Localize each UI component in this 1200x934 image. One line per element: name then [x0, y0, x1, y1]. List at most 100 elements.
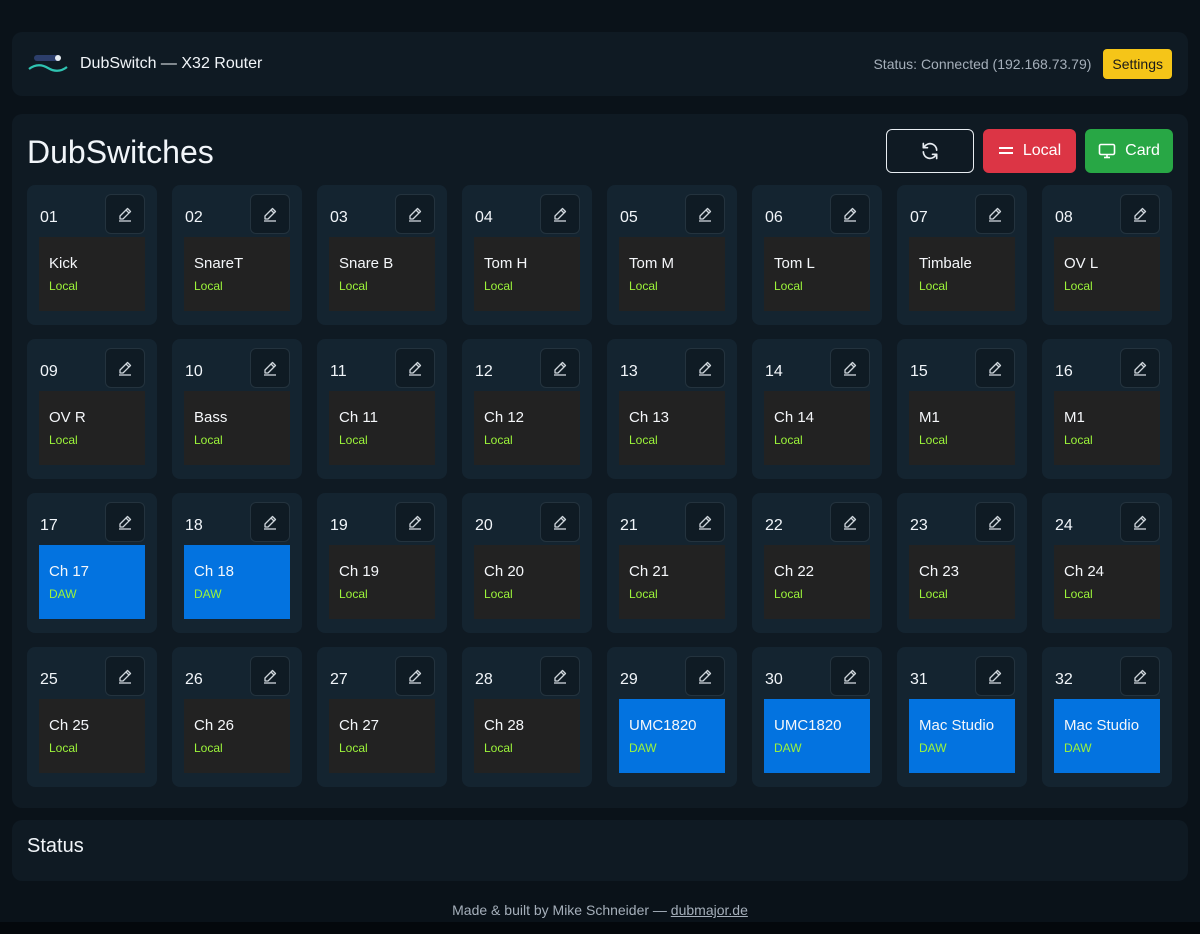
- route-toggle[interactable]: Ch 19 Local: [329, 545, 435, 619]
- route-toggle[interactable]: Kick Local: [39, 237, 145, 311]
- switch-mode: Local: [629, 587, 658, 601]
- edit-button[interactable]: [250, 348, 290, 388]
- edit-button[interactable]: [105, 656, 145, 696]
- edit-button[interactable]: [685, 194, 725, 234]
- switch-mode: Local: [194, 279, 223, 293]
- pencil-icon: [699, 207, 712, 222]
- edit-button[interactable]: [250, 502, 290, 542]
- switch-name: OV R: [49, 409, 86, 426]
- edit-button[interactable]: [975, 656, 1015, 696]
- switch-name: Snare B: [339, 255, 394, 272]
- pencil-icon: [264, 361, 277, 376]
- route-toggle[interactable]: UMC1820 DAW: [619, 699, 725, 773]
- route-toggle[interactable]: Ch 26 Local: [184, 699, 290, 773]
- pencil-icon: [554, 669, 567, 684]
- edit-button[interactable]: [250, 194, 290, 234]
- route-toggle[interactable]: Ch 11 Local: [329, 391, 435, 465]
- route-toggle[interactable]: Ch 28 Local: [474, 699, 580, 773]
- edit-button[interactable]: [975, 194, 1015, 234]
- pencil-icon: [409, 515, 422, 530]
- switch-name: OV L: [1064, 255, 1099, 272]
- dubswitch-logo-icon: [28, 55, 68, 72]
- edit-button[interactable]: [830, 656, 870, 696]
- edit-button[interactable]: [540, 502, 580, 542]
- route-toggle[interactable]: Tom M Local: [619, 237, 725, 311]
- edit-button[interactable]: [395, 656, 435, 696]
- switch-mode: Local: [484, 279, 513, 293]
- switch-number: 17: [40, 517, 58, 534]
- switch-name: Timbale: [919, 255, 972, 272]
- pencil-icon: [1134, 669, 1147, 684]
- switch-mode: DAW: [774, 741, 802, 755]
- route-toggle[interactable]: Timbale Local: [909, 237, 1015, 311]
- route-toggle[interactable]: Ch 22 Local: [764, 545, 870, 619]
- switch-name: Ch 25: [49, 717, 90, 734]
- edit-button[interactable]: [395, 502, 435, 542]
- switch-mode: DAW: [194, 587, 222, 601]
- edit-button[interactable]: [830, 194, 870, 234]
- edit-button[interactable]: [685, 348, 725, 388]
- route-toggle[interactable]: Mac Studio DAW: [1054, 699, 1160, 773]
- edit-button[interactable]: [105, 194, 145, 234]
- all-card-button[interactable]: Card: [1085, 129, 1173, 173]
- edit-button[interactable]: [1120, 348, 1160, 388]
- switch-number: 04: [475, 209, 493, 226]
- route-toggle[interactable]: Tom H Local: [474, 237, 580, 311]
- route-toggle[interactable]: Snare B Local: [329, 237, 435, 311]
- route-toggle[interactable]: Ch 14 Local: [764, 391, 870, 465]
- switch-name: Ch 13: [629, 409, 670, 426]
- route-toggle[interactable]: Ch 24 Local: [1054, 545, 1160, 619]
- switch-tile: 03 Snare B Local: [317, 185, 447, 325]
- edit-button[interactable]: [105, 502, 145, 542]
- route-toggle[interactable]: Ch 27 Local: [329, 699, 435, 773]
- route-toggle[interactable]: Ch 13 Local: [619, 391, 725, 465]
- app-title: DubSwitch — X32 Router: [80, 55, 263, 72]
- pencil-icon: [554, 207, 567, 222]
- edit-button[interactable]: [540, 194, 580, 234]
- switch-number: 08: [1055, 209, 1073, 226]
- edit-button[interactable]: [1120, 502, 1160, 542]
- route-toggle[interactable]: OV R Local: [39, 391, 145, 465]
- switch-name: Tom L: [774, 255, 815, 272]
- all-local-button[interactable]: Local: [983, 129, 1076, 173]
- route-toggle[interactable]: Ch 17 DAW: [39, 545, 145, 619]
- refresh-button[interactable]: [886, 129, 974, 173]
- route-toggle[interactable]: Ch 12 Local: [474, 391, 580, 465]
- edit-button[interactable]: [395, 348, 435, 388]
- edit-button[interactable]: [685, 502, 725, 542]
- switch-name: Ch 11: [339, 409, 378, 426]
- settings-button[interactable]: Settings: [1103, 49, 1172, 79]
- route-toggle[interactable]: Ch 18 DAW: [184, 545, 290, 619]
- edit-button[interactable]: [105, 348, 145, 388]
- edit-button[interactable]: [685, 656, 725, 696]
- edit-button[interactable]: [395, 194, 435, 234]
- route-toggle[interactable]: Ch 20 Local: [474, 545, 580, 619]
- switch-number: 03: [330, 209, 348, 226]
- edit-button[interactable]: [540, 656, 580, 696]
- edit-button[interactable]: [1120, 194, 1160, 234]
- footer-link[interactable]: dubmajor.de: [671, 902, 748, 918]
- route-toggle[interactable]: M1 Local: [1054, 391, 1160, 465]
- route-toggle[interactable]: Tom L Local: [764, 237, 870, 311]
- route-toggle[interactable]: Ch 23 Local: [909, 545, 1015, 619]
- edit-button[interactable]: [1120, 656, 1160, 696]
- route-toggle[interactable]: Ch 21 Local: [619, 545, 725, 619]
- route-toggle[interactable]: Ch 25 Local: [39, 699, 145, 773]
- switch-mode: Local: [49, 279, 78, 293]
- edit-button[interactable]: [540, 348, 580, 388]
- switch-tile: 28 Ch 28 Local: [462, 647, 592, 787]
- route-toggle[interactable]: OV L Local: [1054, 237, 1160, 311]
- edit-button[interactable]: [830, 502, 870, 542]
- edit-button[interactable]: [975, 348, 1015, 388]
- edit-button[interactable]: [830, 348, 870, 388]
- route-toggle[interactable]: SnareT Local: [184, 237, 290, 311]
- pencil-icon: [1134, 361, 1147, 376]
- edit-button[interactable]: [250, 656, 290, 696]
- route-toggle[interactable]: Bass Local: [184, 391, 290, 465]
- route-toggle[interactable]: M1 Local: [909, 391, 1015, 465]
- edit-button[interactable]: [975, 502, 1015, 542]
- route-toggle[interactable]: Mac Studio DAW: [909, 699, 1015, 773]
- switch-mode: Local: [339, 587, 368, 601]
- switch-name: Ch 19: [339, 563, 380, 580]
- route-toggle[interactable]: UMC1820 DAW: [764, 699, 870, 773]
